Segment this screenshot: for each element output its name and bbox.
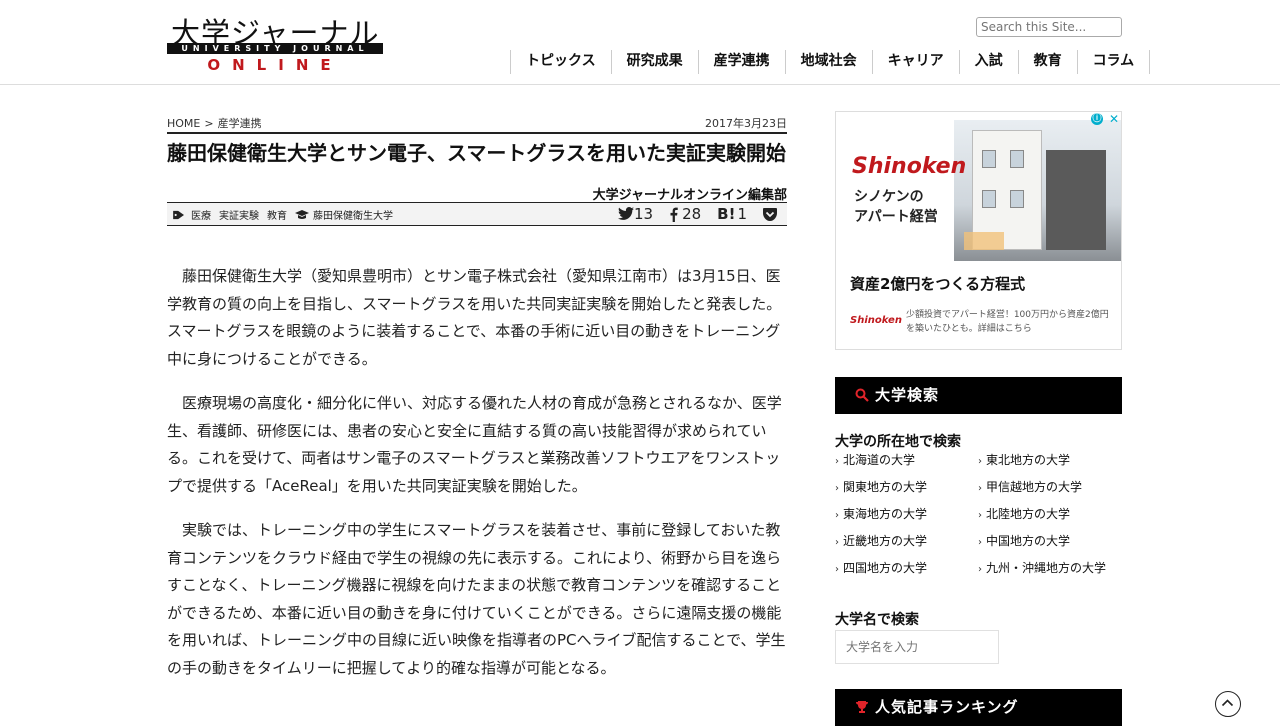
breadcrumb: HOME > 産学連携 bbox=[167, 115, 262, 131]
nav-topics[interactable]: トピックス bbox=[510, 50, 611, 74]
ad-tagline-1: シノケンの bbox=[854, 189, 924, 205]
article-paragraph: 藤田保健衛生大学（愛知県豊明市）とサン電子株式会社（愛知県江南市）は3月15日、… bbox=[167, 267, 782, 368]
article-date: 2017年3月23日 bbox=[705, 117, 787, 130]
facebook-count: 28 bbox=[682, 205, 702, 223]
region-link-kinki[interactable]: › 近畿地方の大学 bbox=[835, 532, 927, 549]
ad-description: 少額投資でアパート経営！100万円から資産2億円を築いたひとも。詳細はこちら bbox=[906, 310, 1109, 334]
ad-brand-logo: Shinoken bbox=[852, 154, 967, 179]
twitter-count: 13 bbox=[633, 205, 654, 223]
article-author: 大学ジャーナルオンライン編集部 bbox=[592, 188, 787, 203]
region-link-tohoku[interactable]: › 東北地方の大学 bbox=[978, 451, 1070, 468]
tag-education[interactable]: 教育 bbox=[267, 207, 287, 222]
region-label: 関東地方の大学 bbox=[843, 480, 928, 494]
region-label: 東北地方の大学 bbox=[986, 453, 1071, 467]
nav-education[interactable]: 教育 bbox=[1017, 50, 1077, 74]
hatena-count: 1 bbox=[737, 205, 747, 223]
ad-small-logo: Shinoken bbox=[850, 315, 902, 326]
search-icon bbox=[855, 388, 869, 402]
university-name-input[interactable] bbox=[835, 630, 999, 664]
university-search-title: 大学検索 bbox=[875, 386, 940, 404]
ad-house-image bbox=[954, 120, 1121, 261]
logo-subtitle: UNIVERSITY JOURNAL bbox=[167, 43, 383, 54]
hatena-icon: B! bbox=[717, 205, 736, 223]
article-paragraph: 実験では、トレーニング中の学生にスマートグラスを装着させ、事前に登録しておいた教… bbox=[167, 521, 786, 677]
chevron-right-icon: › bbox=[978, 564, 982, 575]
ad-banner: Shinoken シノケンの アパート経営 bbox=[836, 112, 1121, 261]
region-label: 四国地方の大学 bbox=[843, 561, 928, 575]
sidebar-ad[interactable]: Shinoken シノケンの アパート経営 ⓘ ✕ 資産2億円をつくる方程式 S… bbox=[835, 111, 1122, 350]
ranking-title: 人気記事ランキング bbox=[875, 698, 1019, 716]
chevron-right-icon: › bbox=[835, 483, 839, 494]
tag-medical[interactable]: 医療 bbox=[191, 207, 211, 222]
region-label: 中国地方の大学 bbox=[986, 534, 1071, 548]
region-link-chugoku[interactable]: › 中国地方の大学 bbox=[978, 532, 1070, 549]
location-search-title: 大学の所在地で検索 bbox=[835, 434, 961, 450]
chevron-right-icon: › bbox=[978, 483, 982, 494]
article-meta-bar: 医療 実証実験 教育 藤田保健衛生大学 13 28 B! 1 bbox=[167, 202, 787, 226]
tag-university[interactable]: 藤田保健衛生大学 bbox=[313, 207, 393, 222]
article-body: 藤田保健衛生大学（愛知県豊明市）とサン電子株式会社（愛知県江南市）は3月15日、… bbox=[167, 263, 787, 699]
region-label: 近畿地方の大学 bbox=[843, 534, 928, 548]
tag-list: 医療 実証実験 教育 藤田保健衛生大学 bbox=[173, 207, 401, 222]
main-nav: トピックス 研究成果 産学連携 地域社会 キャリア 入試 教育 コラム bbox=[510, 50, 1151, 74]
logo-online: ONLINE bbox=[207, 56, 343, 74]
ad-info-icon[interactable]: ⓘ bbox=[1091, 113, 1103, 125]
graduation-cap-icon bbox=[295, 209, 309, 219]
region-link-shikoku[interactable]: › 四国地方の大学 bbox=[835, 559, 927, 576]
region-label: 北陸地方の大学 bbox=[986, 507, 1071, 521]
site-logo[interactable]: 大学ジャーナル UNIVERSITY JOURNAL ONLINE bbox=[167, 10, 383, 74]
breadcrumb-category[interactable]: 産学連携 bbox=[218, 117, 262, 130]
share-buttons: 13 28 B! 1 bbox=[602, 205, 777, 223]
nav-column[interactable]: コラム bbox=[1076, 50, 1151, 74]
region-label: 北海道の大学 bbox=[843, 453, 916, 467]
region-label: 東海地方の大学 bbox=[843, 507, 928, 521]
region-label: 九州・沖縄地方の大学 bbox=[986, 561, 1107, 575]
tag-icon bbox=[173, 210, 184, 219]
chevron-right-icon: › bbox=[835, 564, 839, 575]
share-pocket[interactable] bbox=[763, 207, 777, 221]
nav-research[interactable]: 研究成果 bbox=[610, 50, 698, 74]
ranking-header: 人気記事ランキング bbox=[835, 689, 1122, 726]
nav-community[interactable]: 地域社会 bbox=[784, 50, 872, 74]
scroll-to-top-button[interactable] bbox=[1215, 691, 1241, 717]
region-link-kanto[interactable]: › 関東地方の大学 bbox=[835, 478, 927, 495]
ad-tagline-2: アパート経営 bbox=[854, 209, 938, 225]
region-label: 甲信越地方の大学 bbox=[986, 480, 1083, 494]
chevron-right-icon: › bbox=[978, 510, 982, 521]
chevron-right-icon: › bbox=[978, 456, 982, 467]
chevron-right-icon: › bbox=[835, 510, 839, 521]
region-link-tokai[interactable]: › 東海地方の大学 bbox=[835, 505, 927, 522]
chevron-right-icon: › bbox=[978, 537, 982, 548]
share-hatena[interactable]: B! 1 bbox=[717, 205, 747, 223]
title-divider bbox=[167, 132, 787, 134]
share-facebook[interactable]: 28 bbox=[669, 205, 701, 223]
university-search-header: 大学検索 bbox=[835, 377, 1122, 414]
site-search-input[interactable] bbox=[976, 17, 1122, 37]
breadcrumb-home[interactable]: HOME bbox=[167, 117, 200, 130]
pocket-icon bbox=[763, 207, 777, 221]
article-paragraph: 医療現場の高度化・細分化に伴い、対応する優れた人材の育成が急務とされるなか、医学… bbox=[167, 394, 782, 495]
chevron-right-icon: › bbox=[835, 456, 839, 467]
region-link-kyushu[interactable]: › 九州・沖縄地方の大学 bbox=[978, 559, 1106, 576]
nav-career[interactable]: キャリア bbox=[871, 50, 959, 74]
nav-industry[interactable]: 産学連携 bbox=[697, 50, 785, 74]
name-search-title: 大学名で検索 bbox=[835, 612, 919, 628]
chevron-up-icon bbox=[1221, 699, 1234, 707]
chevron-right-icon: › bbox=[835, 537, 839, 548]
region-link-koshinetsu[interactable]: › 甲信越地方の大学 bbox=[978, 478, 1082, 495]
nav-admission[interactable]: 入試 bbox=[958, 50, 1018, 74]
twitter-icon bbox=[617, 207, 634, 220]
share-twitter[interactable]: 13 bbox=[617, 205, 654, 223]
article-title: 藤田保健衛生大学とサン電子、スマートグラスを用いた実証実験開始 bbox=[167, 141, 786, 165]
trophy-icon bbox=[856, 701, 868, 713]
site-header: 大学ジャーナル UNIVERSITY JOURNAL ONLINE トピックス … bbox=[0, 0, 1280, 85]
region-link-hokuriku[interactable]: › 北陸地方の大学 bbox=[978, 505, 1070, 522]
tag-experiment[interactable]: 実証実験 bbox=[219, 207, 259, 222]
region-link-hokkaido[interactable]: › 北海道の大学 bbox=[835, 451, 915, 468]
facebook-icon bbox=[670, 207, 678, 222]
ad-close-icon[interactable]: ✕ bbox=[1109, 112, 1119, 126]
breadcrumb-separator: > bbox=[204, 117, 214, 130]
ad-headline: 資産2億円をつくる方程式 bbox=[850, 275, 1026, 293]
